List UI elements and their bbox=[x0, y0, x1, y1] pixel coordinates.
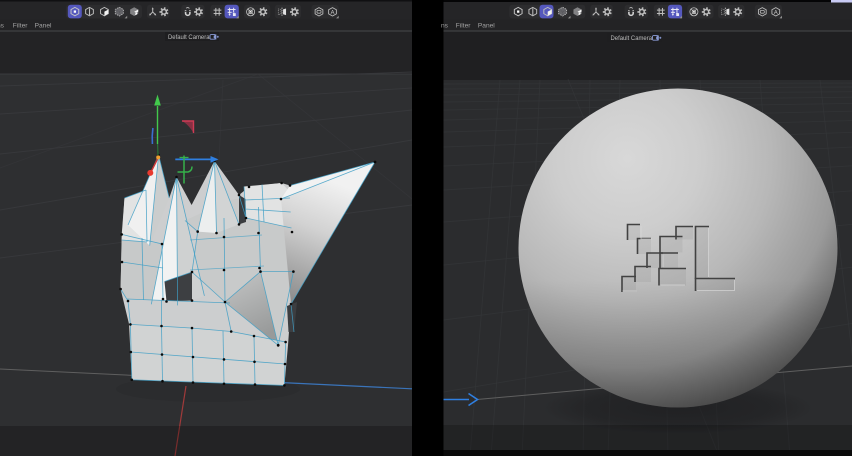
svg-text:Panel: Panel bbox=[478, 23, 495, 30]
svg-text:Filter: Filter bbox=[13, 23, 28, 30]
svg-text:ns: ns bbox=[441, 23, 449, 30]
svg-text:Default Camera: Default Camera bbox=[168, 34, 210, 41]
svg-text:Default Camera: Default Camera bbox=[611, 35, 653, 42]
svg-text:Filter: Filter bbox=[456, 23, 471, 30]
svg-text:ns: ns bbox=[0, 23, 5, 30]
svg-text:Panel: Panel bbox=[35, 23, 52, 30]
